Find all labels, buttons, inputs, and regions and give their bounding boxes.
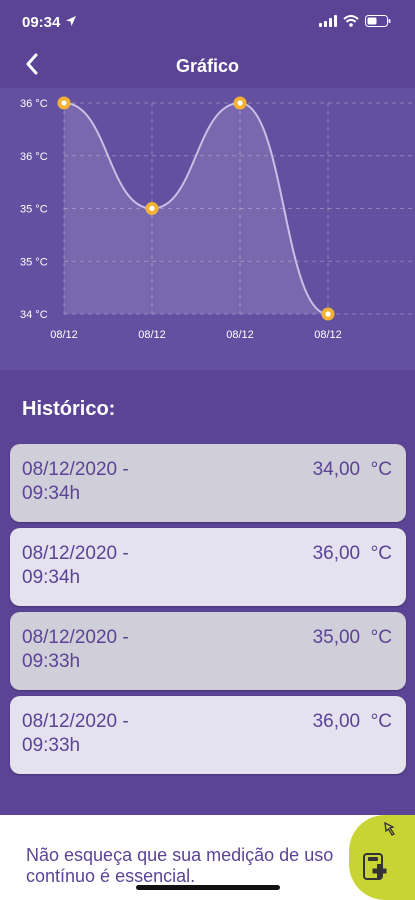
status-left: 09:34: [22, 14, 77, 31]
wifi-icon: [343, 14, 359, 31]
status-right: [319, 14, 391, 31]
history-item-value-wrap: 36,00 °C: [313, 710, 392, 734]
history-item-datetime: 08/12/2020 - 09:33h: [22, 710, 202, 758]
data-point-center: [237, 100, 243, 106]
location-arrow-icon: [65, 14, 77, 31]
status-bar: 09:34: [0, 0, 415, 44]
history-item-datetime: 08/12/2020 - 09:34h: [22, 542, 202, 590]
status-time: 09:34: [22, 13, 61, 31]
history-item-value: 34,00: [312, 459, 361, 480]
cellular-signal-icon: [319, 14, 337, 31]
history-item-date: 08/12/2020 -: [22, 711, 129, 732]
home-indicator: [136, 885, 280, 890]
medical-device-icon: [361, 851, 391, 888]
history-item-unit: °C: [370, 459, 392, 480]
history-item-unit: °C: [370, 711, 392, 732]
history-item-date: 08/12/2020 -: [22, 459, 129, 480]
data-point-center: [61, 100, 67, 106]
temperature-chart: 36 °C 36 °C 35 °C 35 °C 34 °C 08/12 08/12 08/12…: [0, 88, 415, 370]
history-item-time: 09:33h: [22, 651, 81, 672]
history-item[interactable]: 08/12/2020 - 09:34h 36,00 °C: [10, 528, 406, 606]
history-item-value: 36,00: [312, 711, 361, 732]
banner-text: Não esqueça que sua medição de uso contí…: [26, 845, 334, 886]
y-tick-label: 35 °C: [20, 256, 48, 268]
history-item-time: 09:33h: [22, 735, 81, 756]
x-tick-label: 08/12: [314, 329, 342, 341]
history-item[interactable]: 08/12/2020 - 09:34h 34,00 °C: [10, 444, 406, 522]
history-item-value: 35,00: [312, 627, 361, 648]
history-item-time: 09:34h: [22, 567, 81, 588]
chart-svg: 36 °C36 °C35 °C35 °C34 °C08/12 08/12 08/12…: [20, 96, 415, 341]
history-item-value: 36,00: [312, 543, 361, 564]
history-item-value-wrap: 34,00 °C: [313, 458, 392, 482]
battery-icon: [365, 14, 391, 31]
history-list: 08/12/2020 - 09:34h 34,00 °C 08/12/2020 …: [10, 444, 406, 780]
y-tick-label: 36 °C: [20, 98, 48, 110]
history-item-value-wrap: 35,00 °C: [313, 626, 392, 650]
y-tick-label: 34 °C: [20, 309, 48, 321]
data-point-center: [149, 205, 155, 212]
x-tick-label: 08/12: [50, 329, 78, 341]
history-item-value-wrap: 36,00 °C: [313, 542, 392, 566]
banner-badge[interactable]: [349, 815, 415, 900]
data-point-center: [325, 311, 331, 317]
page-title: Gráfico: [175, 56, 240, 76]
history-item-unit: °C: [370, 543, 392, 564]
y-tick-label: 36 °C: [20, 151, 48, 163]
history-item-datetime: 08/12/2020 - 09:34h: [22, 458, 202, 506]
history-item[interactable]: 08/12/2020 - 09:33h 36,00 °C: [10, 696, 406, 774]
history-item-unit: °C: [370, 627, 392, 648]
history-item-date: 08/12/2020 -: [22, 543, 129, 564]
history-item-date: 08/12/2020 -: [22, 627, 129, 648]
history-title: Histórico:: [22, 398, 116, 420]
history-item[interactable]: 08/12/2020 - 09:33h 35,00 °C: [10, 612, 406, 690]
y-tick-label: 35 °C: [20, 204, 48, 216]
history-item-time: 09:34h: [22, 483, 81, 504]
history-item-datetime: 08/12/2020 - 09:33h: [22, 626, 202, 674]
pin-icon: [381, 819, 399, 842]
x-tick-label: 08/12: [138, 329, 166, 341]
nav-bar: Gráfico: [0, 44, 415, 88]
x-tick-label: 08/12: [226, 329, 254, 341]
